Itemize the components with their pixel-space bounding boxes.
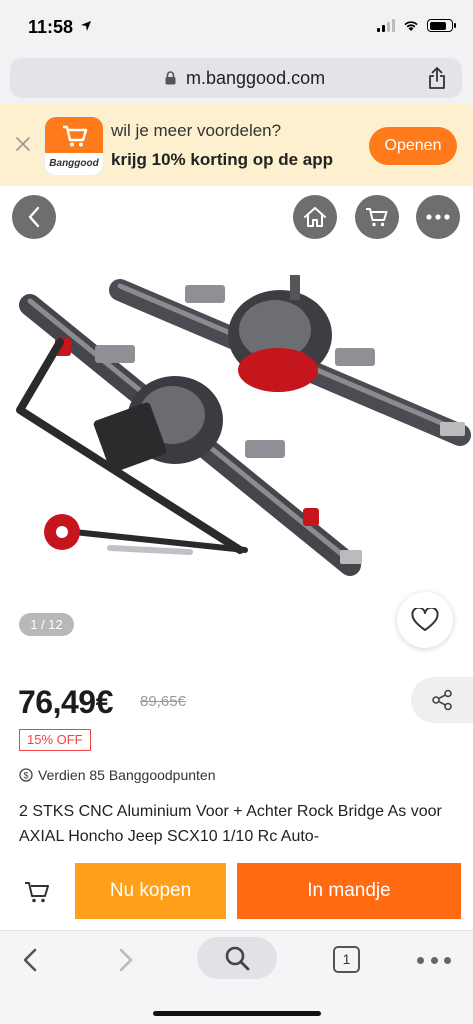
share-product-button[interactable]	[411, 677, 473, 723]
share-nodes-icon	[432, 689, 452, 711]
original-price: 89,65€	[140, 693, 186, 710]
banner-offer: krijg 10% korting op de app	[111, 150, 333, 169]
buy-now-button[interactable]: Nu kopen	[75, 863, 226, 919]
product-image[interactable]	[0, 250, 473, 610]
home-icon	[304, 207, 326, 227]
search-icon	[225, 946, 250, 971]
logo-text: Banggood	[49, 158, 99, 169]
heart-icon	[411, 608, 439, 631]
open-app-button[interactable]: Openen	[369, 127, 457, 165]
discount-badge: 15% OFF	[19, 729, 91, 751]
banggood-app-logo: Banggood	[44, 116, 104, 176]
search-button[interactable]	[197, 937, 277, 979]
battery-icon	[427, 19, 456, 32]
back-icon[interactable]	[20, 947, 40, 973]
cart-icon	[63, 125, 88, 147]
chevron-left-icon	[28, 206, 40, 228]
signal-icon	[377, 19, 395, 32]
back-button[interactable]	[12, 195, 56, 239]
url-text: m.banggood.com	[186, 68, 326, 88]
points-text: Verdien 85 Banggoodpunten	[38, 767, 216, 783]
coin-icon: $	[19, 768, 33, 782]
more-icon[interactable]	[417, 947, 451, 973]
location-arrow-icon	[81, 21, 91, 31]
wifi-icon	[404, 21, 418, 31]
share-icon[interactable]	[428, 66, 446, 90]
status-bar: 11:58	[0, 0, 473, 56]
add-to-cart-button[interactable]: In mandje	[237, 863, 461, 919]
wishlist-button[interactable]	[397, 592, 453, 648]
cart-icon[interactable]	[24, 880, 50, 904]
app-promo-banner: Banggood wil je meer voordelen? krijg 10…	[0, 104, 473, 186]
status-time: 11:58	[28, 17, 74, 37]
close-icon[interactable]	[14, 135, 32, 153]
more-icon	[426, 214, 450, 220]
image-counter: 1 / 12	[19, 613, 74, 636]
cart-icon	[366, 208, 388, 227]
purchase-action-bar: Nu kopen In mandje	[0, 852, 473, 930]
svg-text:$: $	[23, 771, 28, 781]
home-indicator	[153, 1011, 321, 1016]
status-indicators	[377, 19, 456, 32]
forward-icon[interactable]	[116, 947, 136, 973]
tabs-button[interactable]: 1	[333, 946, 360, 973]
more-button[interactable]	[416, 195, 460, 239]
product-title: 2 STKS CNC Aluminium Voor + Achter Rock …	[19, 803, 442, 845]
address-bar[interactable]: m.banggood.com	[10, 58, 462, 98]
lock-icon	[165, 71, 176, 85]
browser-address-area: m.banggood.com	[0, 56, 473, 104]
cart-button[interactable]	[355, 195, 399, 239]
banner-headline: wil je meer voordelen?	[111, 121, 282, 140]
browser-toolbar: 1	[0, 930, 473, 1024]
reward-points: $ Verdien 85 Banggoodpunten	[19, 767, 216, 783]
current-price: 76,49€	[18, 684, 113, 720]
home-button[interactable]	[293, 195, 337, 239]
